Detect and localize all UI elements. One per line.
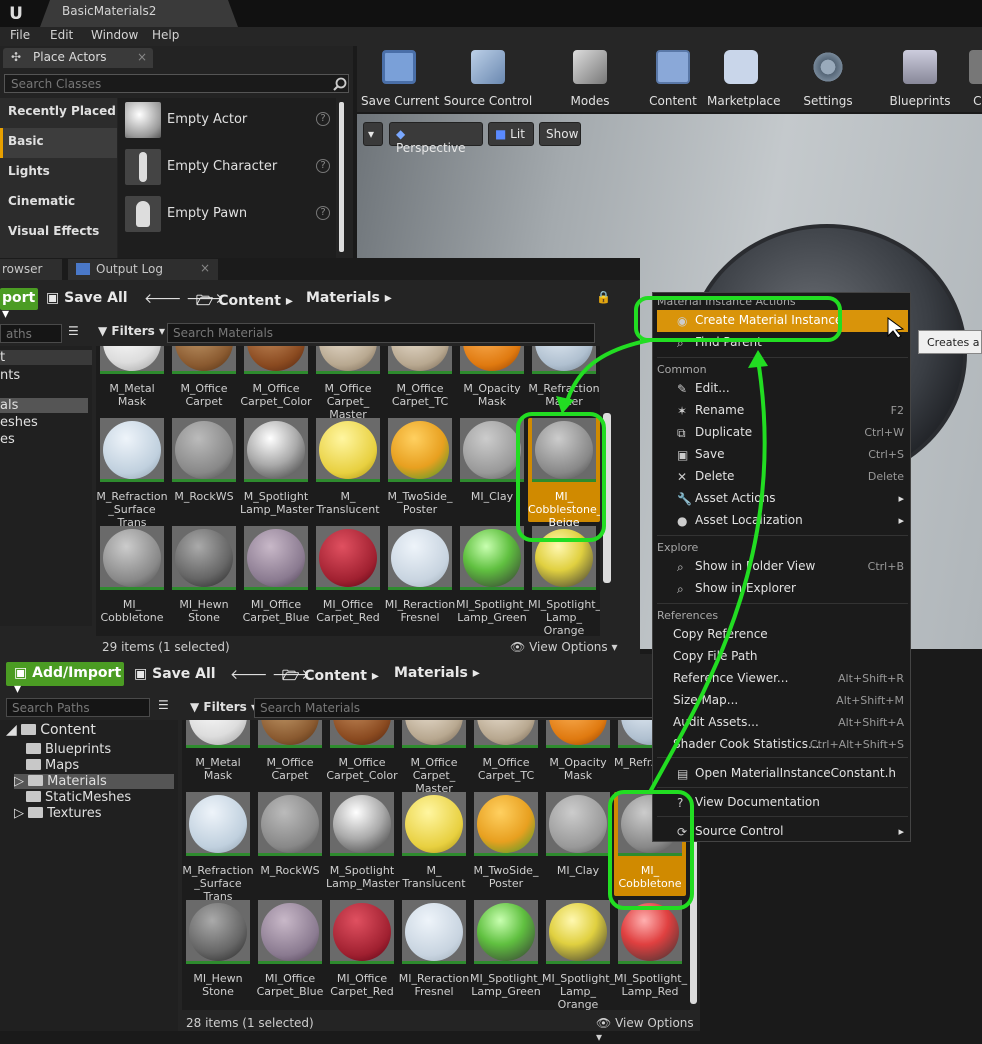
annotation-new-asset-highlight: [516, 412, 606, 542]
annotation-arrow-down: [563, 338, 651, 409]
annotation-source-asset-highlight: [608, 790, 694, 910]
annotation-arrowhead: [748, 350, 768, 368]
annotation-arrow-up: [648, 359, 767, 793]
mouse-cursor-icon: [887, 317, 905, 339]
annotation-overlay: [516, 296, 905, 910]
annotation-create-highlight: [634, 296, 842, 342]
annotation-arrowhead: [556, 396, 574, 414]
